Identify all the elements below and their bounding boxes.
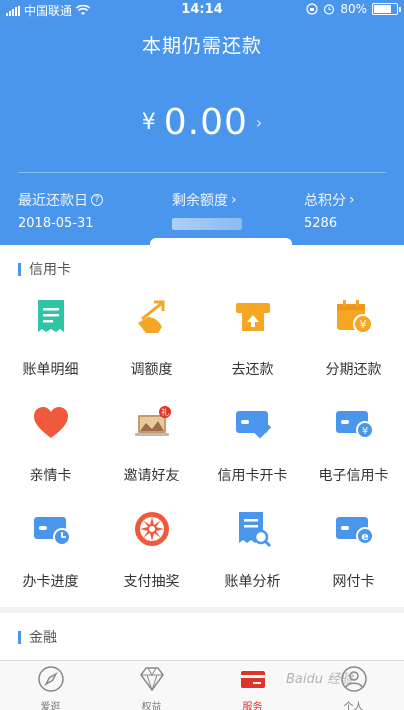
- section-marker: [18, 630, 21, 644]
- bill-detail-icon: [37, 300, 64, 332]
- remaining-credit[interactable]: 剩余额度 ›: [172, 190, 242, 230]
- service-online-pay-card[interactable]: e 网付卡: [303, 509, 404, 591]
- amount-due[interactable]: ¥ 0.00 ›: [0, 98, 404, 146]
- service-invite-friends[interactable]: 礼 邀请好友: [101, 403, 202, 485]
- amount-value: 0.00: [163, 101, 248, 143]
- adjust-limit-icon: [137, 300, 164, 333]
- card-service-icon: [240, 671, 265, 688]
- section-header: 金融: [18, 627, 57, 647]
- service-repay[interactable]: 去还款: [202, 297, 303, 379]
- battery-percent: 80%: [340, 2, 367, 16]
- tab-label: 个人: [343, 702, 364, 710]
- service-label: 调额度: [130, 362, 173, 378]
- currency-symbol: ¥: [141, 109, 156, 135]
- installment-icon: ¥: [336, 300, 373, 334]
- tab-benefits[interactable]: 权益: [101, 665, 202, 710]
- service-label: 支付抽奖: [123, 574, 180, 590]
- service-lottery[interactable]: 支付抽奖: [101, 509, 202, 591]
- chevron-right-icon: ›: [231, 192, 237, 208]
- service-label: 亲情卡: [29, 468, 72, 484]
- invite-laptop-icon: 礼: [134, 406, 171, 436]
- service-bill-analysis[interactable]: 账单分析: [202, 509, 303, 591]
- repay-icon: [235, 303, 270, 331]
- battery-icon: [372, 3, 401, 15]
- diamond-icon: [139, 667, 164, 692]
- svg-text:¥: ¥: [359, 318, 366, 331]
- service-label: 账单分析: [224, 574, 281, 590]
- lottery-wheel-icon: [134, 512, 169, 546]
- tab-browse[interactable]: 爱逛: [0, 665, 101, 710]
- repayment-header: 中国联通 14:14 80% 本期仍需还款 ¥ 0.00 › 最近还款日? 20…: [0, 0, 404, 245]
- help-icon[interactable]: ?: [91, 194, 103, 206]
- service-card-progress[interactable]: 办卡进度: [0, 509, 101, 591]
- page-title: 本期仍需还款: [141, 35, 262, 57]
- credit-card-section: 信用卡 账单明细 调额度 去还款 ¥ 分期还款 亲情卡 礼 邀请好友 信用卡开卡…: [0, 245, 404, 607]
- divider: [18, 172, 386, 173]
- service-e-card[interactable]: ¥ 电子信用卡: [303, 403, 404, 485]
- status-bar: 中国联通 14:14 80%: [0, 0, 404, 18]
- chevron-right-icon: ›: [349, 192, 355, 208]
- service-label: 邀请好友: [123, 468, 180, 484]
- tab-label: 服务: [242, 702, 263, 710]
- last-repay-label: 最近还款日: [18, 193, 88, 209]
- svg-text:¥: ¥: [361, 426, 367, 437]
- section-title: 信用卡: [29, 262, 71, 278]
- total-points[interactable]: 总积分 › 5286: [304, 190, 355, 231]
- tab-label: 爱逛: [40, 702, 61, 710]
- service-adjust-limit[interactable]: 调额度: [101, 297, 202, 379]
- service-label: 去还款: [231, 362, 274, 378]
- credit-value-masked: [172, 218, 242, 230]
- watermark: Baidu 经验: [286, 672, 354, 687]
- chevron-right-icon: ›: [255, 112, 263, 132]
- last-repay-value: 2018-05-31: [18, 216, 94, 231]
- finance-section: 金融: [0, 613, 404, 661]
- rotation-lock-icon: [306, 3, 318, 15]
- online-pay-card-icon: e: [335, 517, 374, 545]
- service-label: 信用卡开卡: [217, 468, 288, 484]
- credit-label: 剩余额度: [172, 193, 228, 209]
- points-value: 5286: [304, 216, 338, 231]
- section-marker: [18, 262, 21, 276]
- service-label: 办卡进度: [22, 574, 79, 590]
- tab-label: 权益: [141, 702, 162, 710]
- last-repay-date[interactable]: 最近还款日? 2018-05-31: [18, 190, 103, 231]
- gift-badge: 礼: [161, 407, 169, 417]
- header-tab-indicator: [150, 238, 292, 245]
- compass-icon: [37, 666, 64, 692]
- points-label: 总积分: [304, 193, 346, 209]
- e-card-icon: ¥: [335, 411, 374, 439]
- card-activate-icon: [235, 411, 271, 439]
- service-family-card[interactable]: 亲情卡: [0, 403, 101, 485]
- service-card-activate[interactable]: 信用卡开卡: [202, 403, 303, 485]
- bill-analysis-icon: [238, 512, 271, 548]
- service-installment[interactable]: ¥ 分期还款: [303, 297, 404, 379]
- heart-icon: [33, 407, 68, 438]
- svg-text:e: e: [361, 530, 368, 543]
- service-label: 账单明细: [22, 362, 79, 378]
- section-header: 信用卡: [18, 259, 71, 279]
- section-title: 金融: [29, 630, 57, 646]
- service-bill-detail[interactable]: 账单明细: [0, 297, 101, 379]
- service-label: 分期还款: [325, 362, 382, 378]
- card-progress-icon: [33, 517, 71, 546]
- alarm-icon: [324, 4, 335, 15]
- service-label: 电子信用卡: [318, 468, 389, 484]
- service-label: 网付卡: [332, 574, 375, 590]
